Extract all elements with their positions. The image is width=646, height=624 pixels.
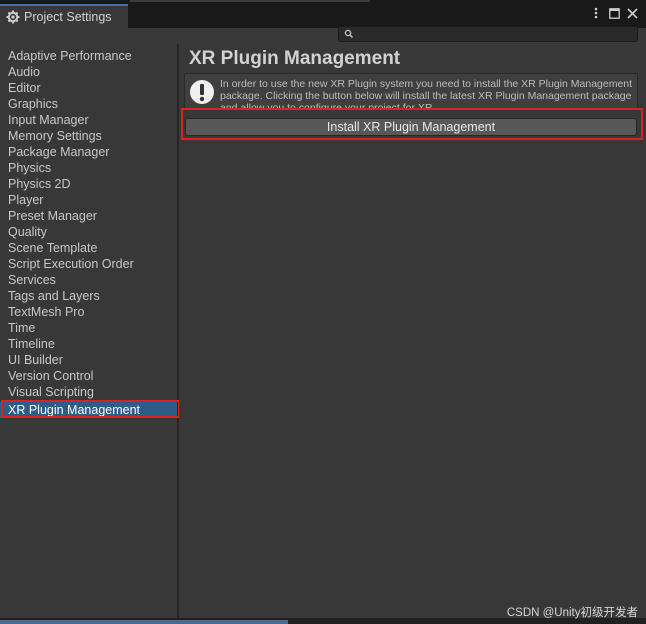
sidebar-item-quality[interactable]: Quality <box>0 224 177 240</box>
sidebar-item-input-manager[interactable]: Input Manager <box>0 112 177 128</box>
sidebar-item-preset-manager[interactable]: Preset Manager <box>0 208 177 224</box>
page-title: XR Plugin Management <box>189 48 401 69</box>
search-input[interactable] <box>338 26 638 42</box>
settings-content: XR Plugin Management In order to use the… <box>179 44 646 618</box>
sidebar-item-time[interactable]: Time <box>0 320 177 336</box>
sidebar-item-memory-settings[interactable]: Memory Settings <box>0 128 177 144</box>
sidebar-item-package-manager[interactable]: Package Manager <box>0 144 177 160</box>
maximize-icon[interactable] <box>608 6 620 20</box>
settings-sidebar: Adaptive Performance Audio Editor Graphi… <box>0 44 178 618</box>
sidebar-item-services[interactable]: Services <box>0 272 177 288</box>
sidebar-item-textmesh-pro[interactable]: TextMesh Pro <box>0 304 177 320</box>
help-box: In order to use the new XR Plugin system… <box>184 73 638 109</box>
tab-bar-strip <box>130 0 370 2</box>
sidebar-item-player[interactable]: Player <box>0 192 177 208</box>
bottom-accent-bar <box>0 620 288 624</box>
gear-icon <box>6 10 20 24</box>
sidebar-item-physics[interactable]: Physics <box>0 160 177 176</box>
close-icon[interactable] <box>626 6 638 20</box>
sidebar-item-audio[interactable]: Audio <box>0 64 177 80</box>
sidebar-item-scene-template[interactable]: Scene Template <box>0 240 177 256</box>
sidebar-item-xr-plugin-management[interactable]: XR Plugin Management <box>0 402 177 418</box>
sidebar-item-tags-and-layers[interactable]: Tags and Layers <box>0 288 177 304</box>
sidebar-item-ui-builder[interactable]: UI Builder <box>0 352 177 368</box>
window-controls <box>590 6 638 20</box>
sidebar-item-script-execution-order[interactable]: Script Execution Order <box>0 256 177 272</box>
sidebar-item-editor[interactable]: Editor <box>0 80 177 96</box>
tab-project-settings[interactable]: Project Settings <box>0 4 128 28</box>
help-text: In order to use the new XR Plugin system… <box>220 78 633 109</box>
watermark: CSDN @Unity初级开发者 <box>506 607 638 619</box>
sidebar-item-adaptive-performance[interactable]: Adaptive Performance <box>0 48 177 64</box>
search-icon <box>343 28 355 40</box>
tab-bar: Project Settings <box>0 0 646 28</box>
install-xr-plugin-management-button[interactable]: Install XR Plugin Management <box>185 118 637 136</box>
sidebar-item-graphics[interactable]: Graphics <box>0 96 177 112</box>
sidebar-item-visual-scripting[interactable]: Visual Scripting <box>0 384 177 400</box>
warning-icon <box>189 79 215 105</box>
kebab-menu-icon[interactable] <box>590 6 602 20</box>
sidebar-item-physics-2d[interactable]: Physics 2D <box>0 176 177 192</box>
tab-title: Project Settings <box>24 10 112 24</box>
sidebar-item-version-control[interactable]: Version Control <box>0 368 177 384</box>
sidebar-item-timeline[interactable]: Timeline <box>0 336 177 352</box>
